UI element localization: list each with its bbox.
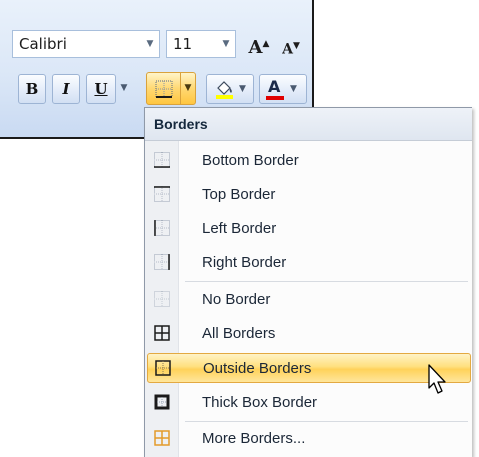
menu-item-more-borders[interactable]: More Borders... [147,424,471,454]
outside-borders-icon [155,80,173,98]
borders-menu: Borders Bottom Border Top Border Left Bo… [144,107,472,457]
top-border-icon [154,186,170,202]
underline-button[interactable]: U [86,74,116,104]
font-name-combo[interactable]: Calibri ▼ [12,30,160,58]
underline-dropdown-icon[interactable]: ▼ [117,74,131,104]
more-borders-icon [154,430,170,446]
shrink-font-button[interactable]: A▼ [277,32,305,60]
font-name-value: Calibri [19,35,67,53]
fill-bucket-icon [216,81,233,99]
outside-borders-icon [155,360,171,376]
menu-item-label: Right Border [202,254,287,271]
menu-item-outside-borders[interactable]: Outside Borders [147,353,471,383]
menu-item-label: All Borders [202,325,276,342]
italic-icon: I [62,80,70,98]
fill-color-dropdown-icon[interactable]: ▼ [239,75,246,103]
menu-item-no-border[interactable]: No Border [147,285,471,315]
menu-item-left-border[interactable]: Left Border [147,214,471,244]
menu-item-bottom-border[interactable]: Bottom Border [147,146,471,176]
menu-item-right-border[interactable]: Right Border [147,248,471,278]
font-color-dropdown-icon[interactable]: ▼ [290,75,297,103]
menu-item-label: Top Border [202,186,276,203]
thick-box-border-icon [154,394,170,410]
bottom-border-icon [154,152,170,168]
menu-header: Borders [145,108,472,141]
menu-separator [185,281,468,282]
bold-icon: B [25,80,39,98]
font-color-button[interactable]: A ▼ [259,74,307,104]
menu-item-label: Outside Borders [203,360,312,377]
menu-separator [185,421,468,422]
menu-item-label: Thick Box Border [202,394,318,411]
menu-item-label: Left Border [202,220,277,237]
font-color-swatch [266,96,284,100]
menu-item-thick-box-border[interactable]: Thick Box Border [147,388,471,418]
menu-item-label: No Border [202,291,271,308]
menu-item-label: More Borders... [202,430,306,447]
menu-item-label: Bottom Border [202,152,299,169]
screenshot-stage: Calibri ▼ 11 ▼ A▲ A▼ B I U ▼ ▼ ▼ A ▼ Bor… [0,0,479,457]
font-size-combo[interactable]: 11 ▼ [166,30,236,58]
no-border-icon [154,291,170,307]
all-borders-icon [154,325,170,341]
borders-dropdown-icon[interactable]: ▼ [181,73,195,104]
right-border-icon [154,254,170,270]
shrink-font-icon: A [282,41,293,58]
bold-button[interactable]: B [18,74,46,104]
font-size-value: 11 [173,35,193,53]
fill-color-swatch [216,95,233,99]
menu-item-all-borders[interactable]: All Borders [147,319,471,349]
left-border-icon [154,220,170,236]
menu-item-top-border[interactable]: Top Border [147,180,471,210]
borders-button[interactable]: ▼ [146,72,196,105]
underline-icon: U [94,80,108,98]
mouse-cursor-icon [428,364,446,394]
italic-button[interactable]: I [52,74,80,104]
fill-color-button[interactable]: ▼ [206,74,254,104]
font-size-dropdown-icon[interactable]: ▼ [217,31,235,57]
grow-font-button[interactable]: A▲ [244,30,274,58]
font-name-dropdown-icon[interactable]: ▼ [141,31,159,57]
grow-font-icon: A [248,37,263,58]
